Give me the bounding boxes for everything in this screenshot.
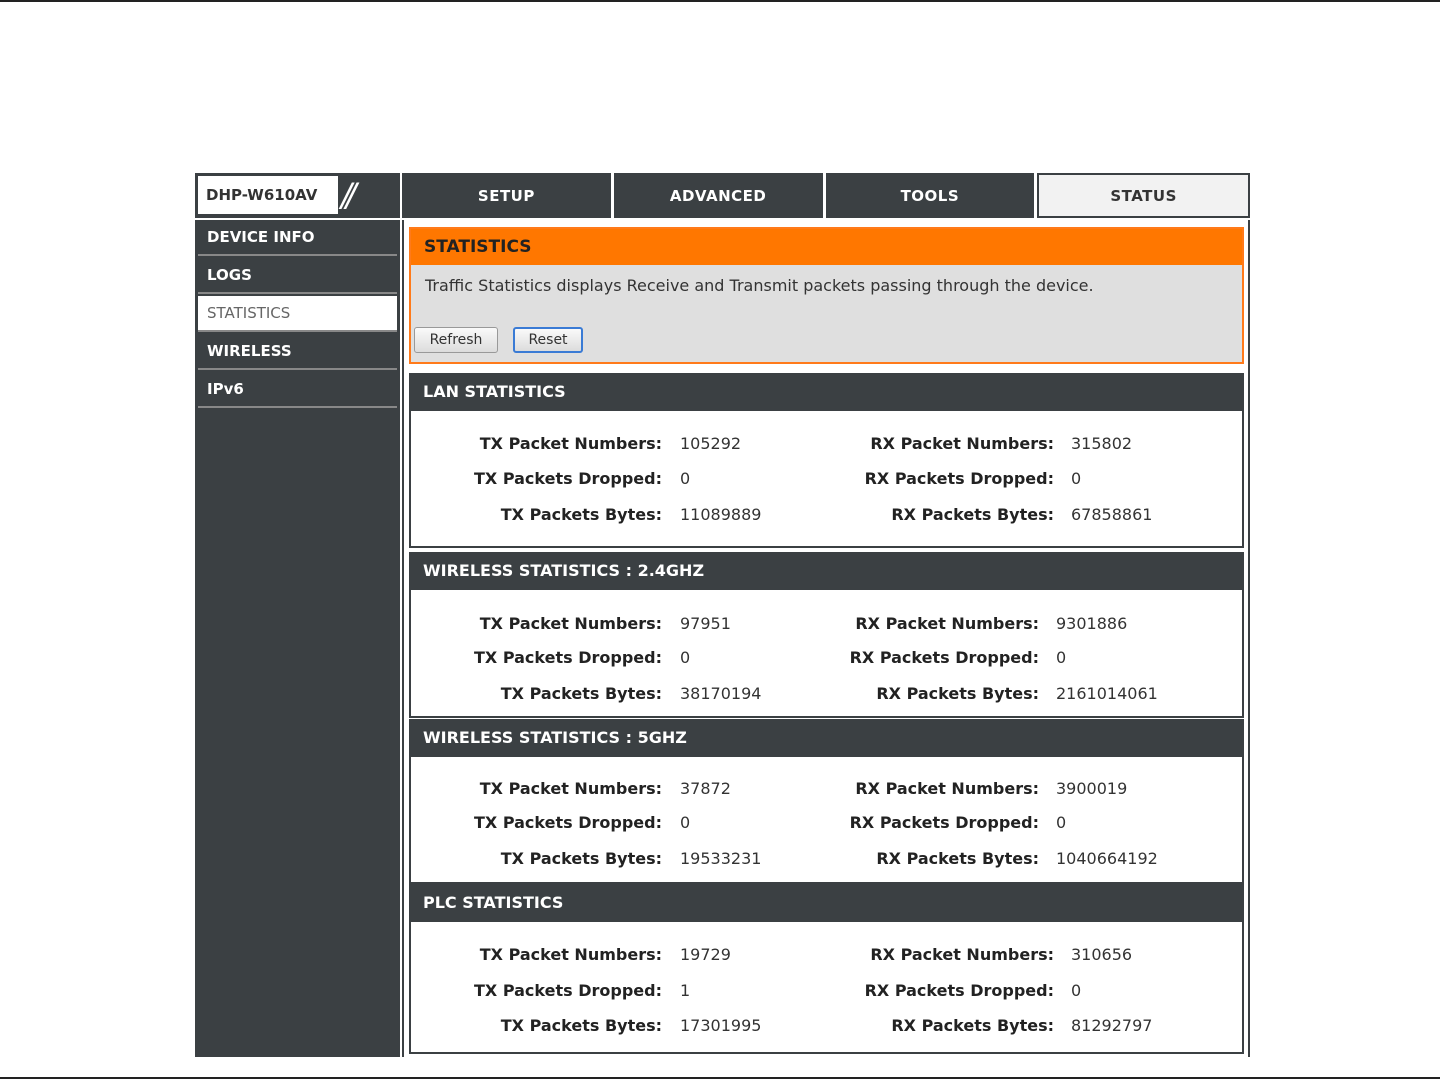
rx-bytes-value: 1040664192 [1056, 849, 1158, 868]
tx-numbers-value: 105292 [680, 434, 742, 453]
tx-bytes-value: 38170194 [680, 684, 762, 703]
rx-numbers-label: RX Packet Numbers: [855, 614, 1039, 633]
tx-dropped-value: 0 [680, 469, 691, 488]
rx-bytes-value: 2161014061 [1056, 684, 1158, 703]
rx-numbers-label: RX Packet Numbers: [870, 945, 1054, 964]
tab-setup[interactable]: SETUP [402, 173, 611, 218]
rx-numbers-label: RX Packet Numbers: [870, 434, 1054, 453]
top-rule [0, 0, 1440, 2]
tx-numbers-value: 97951 [680, 614, 731, 633]
section-body: TX Packet Numbers: 97951 RX Packet Numbe… [409, 590, 1244, 718]
tab-status[interactable]: STATUS [1037, 173, 1250, 218]
rx-bytes-label: RX Packets Bytes: [876, 684, 1039, 703]
tx-bytes-value: 17301995 [680, 1016, 762, 1035]
rx-numbers-label: RX Packet Numbers: [855, 779, 1039, 798]
stats-row: TX Packets Bytes: 17301995 RX Packets By… [411, 1016, 1242, 1040]
main-content: STATISTICS Traffic Statistics displays R… [402, 220, 1250, 1057]
tx-numbers-value: 19729 [680, 945, 731, 964]
section-body: TX Packet Numbers: 19729 RX Packet Numbe… [409, 922, 1244, 1054]
tab-advanced[interactable]: ADVANCED [613, 173, 823, 218]
tab-tools[interactable]: TOOLS [825, 173, 1035, 218]
logo-area: DHP-W610AV // [195, 173, 400, 218]
rx-dropped-value: 0 [1071, 469, 1082, 488]
stats-row: TX Packet Numbers: 37872 RX Packet Numbe… [411, 779, 1242, 803]
section-title: LAN STATISTICS [409, 373, 1244, 411]
rx-dropped-value: 0 [1071, 981, 1082, 1000]
sidebar-item-logs[interactable]: LOGS [198, 258, 397, 294]
statistics-panel: STATISTICS Traffic Statistics displays R… [409, 227, 1244, 364]
wireless-24ghz-section: WIRELESS STATISTICS : 2.4GHZ TX Packet N… [409, 552, 1244, 718]
tx-numbers-label: TX Packet Numbers: [479, 779, 662, 798]
stats-row: TX Packets Bytes: 11089889 RX Packets By… [411, 505, 1242, 529]
stats-row: TX Packet Numbers: 19729 RX Packet Numbe… [411, 945, 1242, 969]
rx-bytes-value: 81292797 [1071, 1016, 1153, 1035]
tx-bytes-label: TX Packets Bytes: [500, 505, 662, 524]
tx-bytes-label: TX Packets Bytes: [500, 1016, 662, 1035]
section-body: TX Packet Numbers: 105292 RX Packet Numb… [409, 411, 1244, 548]
statistics-description: Traffic Statistics displays Receive and … [425, 276, 1094, 295]
sidebar-item-device-info[interactable]: DEVICE INFO [198, 220, 397, 256]
model-name: DHP-W610AV [198, 176, 338, 214]
rx-dropped-value: 0 [1056, 813, 1067, 832]
stats-row: TX Packets Bytes: 38170194 RX Packets By… [411, 684, 1242, 708]
stats-row: TX Packets Dropped: 0 RX Packets Dropped… [411, 648, 1242, 672]
section-title: PLC STATISTICS [409, 884, 1244, 922]
router-ui-frame: DHP-W610AV // SETUP ADVANCED TOOLS STATU… [195, 173, 1250, 1057]
rx-dropped-value: 0 [1056, 648, 1067, 667]
rx-dropped-label: RX Packets Dropped: [849, 813, 1039, 832]
rx-dropped-label: RX Packets Dropped: [864, 469, 1054, 488]
rx-bytes-value: 67858861 [1071, 505, 1153, 524]
sidebar-item-statistics[interactable]: STATISTICS [198, 296, 397, 332]
rx-dropped-label: RX Packets Dropped: [864, 981, 1054, 1000]
refresh-button[interactable]: Refresh [414, 327, 498, 353]
tx-dropped-value: 0 [680, 813, 691, 832]
stats-row: TX Packets Bytes: 19533231 RX Packets By… [411, 849, 1242, 873]
tx-bytes-value: 19533231 [680, 849, 762, 868]
tx-numbers-label: TX Packet Numbers: [479, 614, 662, 633]
top-nav: SETUP ADVANCED TOOLS STATUS [402, 173, 1250, 218]
rx-numbers-value: 9301886 [1056, 614, 1128, 633]
logo-slash-icon: // [341, 176, 356, 214]
rx-numbers-value: 3900019 [1056, 779, 1128, 798]
tx-bytes-value: 11089889 [680, 505, 762, 524]
tx-bytes-label: TX Packets Bytes: [500, 849, 662, 868]
plc-statistics-section: PLC STATISTICS TX Packet Numbers: 19729 … [409, 884, 1244, 1054]
stats-row: TX Packet Numbers: 97951 RX Packet Numbe… [411, 614, 1242, 638]
section-title: WIRELESS STATISTICS : 2.4GHZ [409, 552, 1244, 590]
rx-numbers-value: 315802 [1071, 434, 1133, 453]
tx-dropped-label: TX Packets Dropped: [474, 813, 662, 832]
tx-dropped-value: 0 [680, 648, 691, 667]
lan-statistics-section: LAN STATISTICS TX Packet Numbers: 105292… [409, 373, 1244, 548]
sidebar: DEVICE INFO LOGS STATISTICS WIRELESS IPv… [195, 220, 400, 1057]
rx-bytes-label: RX Packets Bytes: [891, 505, 1054, 524]
tx-numbers-value: 37872 [680, 779, 731, 798]
reset-button[interactable]: Reset [513, 327, 583, 353]
tx-numbers-label: TX Packet Numbers: [479, 945, 662, 964]
rx-numbers-value: 310656 [1071, 945, 1133, 964]
stats-row: TX Packets Dropped: 0 RX Packets Dropped… [411, 469, 1242, 493]
tx-dropped-label: TX Packets Dropped: [474, 469, 662, 488]
stats-row: TX Packet Numbers: 105292 RX Packet Numb… [411, 434, 1242, 458]
tx-dropped-value: 1 [680, 981, 691, 1000]
rx-bytes-label: RX Packets Bytes: [891, 1016, 1054, 1035]
rx-dropped-label: RX Packets Dropped: [849, 648, 1039, 667]
tx-dropped-label: TX Packets Dropped: [474, 981, 662, 1000]
bottom-rule [0, 1077, 1440, 1079]
tx-bytes-label: TX Packets Bytes: [500, 684, 662, 703]
sidebar-item-ipv6[interactable]: IPv6 [198, 372, 397, 408]
stats-row: TX Packets Dropped: 0 RX Packets Dropped… [411, 813, 1242, 837]
rx-bytes-label: RX Packets Bytes: [876, 849, 1039, 868]
sidebar-item-wireless[interactable]: WIRELESS [198, 334, 397, 370]
wireless-5ghz-section: WIRELESS STATISTICS : 5GHZ TX Packet Num… [409, 719, 1244, 884]
statistics-title: STATISTICS [411, 229, 1242, 265]
section-body: TX Packet Numbers: 37872 RX Packet Numbe… [409, 757, 1244, 884]
tx-dropped-label: TX Packets Dropped: [474, 648, 662, 667]
stats-row: TX Packets Dropped: 1 RX Packets Dropped… [411, 981, 1242, 1005]
tx-numbers-label: TX Packet Numbers: [479, 434, 662, 453]
section-title: WIRELESS STATISTICS : 5GHZ [409, 719, 1244, 757]
